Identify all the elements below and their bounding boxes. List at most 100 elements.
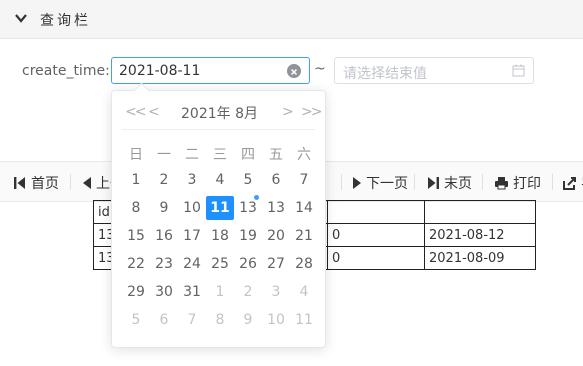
calendar-day[interactable]: 6 [262,168,290,192]
calendar-day[interactable]: 23 [150,252,178,276]
calendar-day-number: 2 [243,284,253,300]
first-page-button[interactable]: 首页 [13,173,59,193]
calendar-day-number: 28 [295,256,313,272]
clear-icon[interactable] [287,64,301,78]
calendar-day[interactable]: 28 [290,252,318,276]
calendar-day[interactable]: 19 [234,224,262,248]
start-date-input[interactable]: 2021-08-11 [111,57,310,84]
calendar-day[interactable]: 10 [262,308,290,332]
next-month-icon[interactable]: > [282,104,294,120]
calendar-day-number: 4 [215,172,225,188]
calendar-icon[interactable] [512,64,525,77]
calendar-day[interactable]: 4 [206,168,234,192]
calendar-day-number: 5 [243,172,253,188]
calendar-day[interactable]: 6 [150,308,178,332]
calendar-day-number: 2 [159,172,169,188]
calendar-day-number: 24 [183,256,201,272]
calendar-day[interactable]: 7 [290,168,318,192]
calendar-day[interactable]: 26 [234,252,262,276]
weekday-header: 日 [129,147,143,163]
calendar-day[interactable]: 27 [262,252,290,276]
calendar-day[interactable]: 3 [178,168,206,192]
next-page-button[interactable]: 下一页 [352,173,408,193]
calendar-day[interactable]: 1 [122,168,150,192]
calendar-day[interactable]: 25 [206,252,234,276]
prev-page-icon [83,177,91,189]
export-button[interactable]: 导出 [563,173,583,193]
calendar-day-number: 16 [155,228,173,244]
weekday-header: 六 [297,147,311,163]
weekday-header: 一 [157,147,171,163]
calendar-day-number: 13 [267,200,285,216]
calendar-day[interactable]: 9 [234,308,262,332]
calendar-day-number: 1 [215,284,225,300]
calendar-day[interactable]: 1 [206,280,234,304]
calendar-day[interactable]: 13 [234,195,262,220]
calendar-day[interactable]: 18 [206,224,234,248]
calendar-day[interactable]: 10 [178,196,206,220]
calendar-day[interactable]: 31 [178,280,206,304]
calendar-day-selected[interactable]: 11 [206,196,234,220]
calendar-day-number: 26 [239,256,257,272]
calendar-day[interactable]: 5 [234,168,262,192]
create-time-label: create_time: [22,63,110,79]
calendar-day-number: 8 [215,312,225,328]
calendar-day[interactable]: 2 [234,280,262,304]
printer-icon [495,177,508,190]
calendar-day[interactable]: 7 [178,308,206,332]
calendar-day[interactable]: 29 [122,280,150,304]
calendar-day[interactable]: 22 [122,252,150,276]
calendar-day-number: 31 [183,284,201,300]
query-panel-header[interactable]: 查询栏 [0,0,583,39]
calendar-day[interactable]: 30 [150,280,178,304]
calendar-day-number: 15 [127,228,145,244]
weekday-header: 三 [213,147,227,163]
next-year-icon[interactable]: >> [301,104,323,120]
calendar-day[interactable]: 24 [178,252,206,276]
calendar-day[interactable]: 15 [122,224,150,248]
popup-arrow [133,82,150,99]
first-page-label: 首页 [31,176,59,192]
print-button[interactable]: 打印 [494,173,541,193]
calendar-day[interactable]: 8 [122,196,150,220]
calendar-day-number: 11 [295,312,313,328]
next-page-label: 下一页 [366,176,408,192]
today-indicator-dot [254,195,259,200]
calendar-day[interactable]: 20 [262,224,290,248]
first-page-icon [14,177,25,189]
calendar-day-number: 10 [267,312,285,328]
table-cell: 2021-08-09 [424,246,536,270]
end-date-input[interactable]: 请选择结束值 [334,57,534,84]
toolbar-divider [70,174,71,190]
calendar-day[interactable]: 17 [178,224,206,248]
calendar-day-number: 30 [155,284,173,300]
calendar-day[interactable]: 9 [150,196,178,220]
last-page-button[interactable]: 末页 [426,173,472,193]
toolbar-divider [341,174,342,190]
calendar-day-number: 7 [187,312,197,328]
export-icon [563,177,576,190]
calendar-day-number: 7 [299,172,309,188]
picker-month-title: 2021年 8月 [181,106,258,122]
calendar-day[interactable]: 13 [262,196,290,220]
calendar-day-number: 9 [159,200,169,216]
calendar-day[interactable]: 14 [290,196,318,220]
calendar-day[interactable]: 11 [290,308,318,332]
calendar-day[interactable]: 4 [290,280,318,304]
calendar-day[interactable]: 16 [150,224,178,248]
calendar-day[interactable]: 21 [290,224,318,248]
calendar-day[interactable]: 3 [262,280,290,304]
calendar-day-number: 19 [239,228,257,244]
last-page-label: 末页 [444,176,472,192]
last-page-icon [428,177,439,189]
calendar-day-number: 3 [271,284,281,300]
calendar-day-number: 25 [211,256,229,272]
calendar-day-number: 27 [267,256,285,272]
calendar-day-number: 21 [295,228,313,244]
calendar-day[interactable]: 5 [122,308,150,332]
calendar-day-number: 22 [127,256,145,272]
picker-divider [122,129,315,130]
calendar-day[interactable]: 2 [150,168,178,192]
calendar-day[interactable]: 8 [206,308,234,332]
chevron-down-icon[interactable] [14,11,28,25]
